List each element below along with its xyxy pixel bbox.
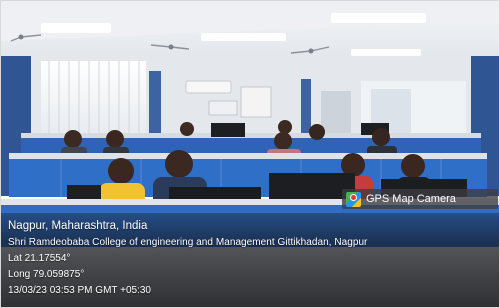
gps-map-camera-badge: GPS Map Camera [342, 189, 498, 209]
geotagged-photo: GPS Map Camera Nagpur, Maharashtra, Indi… [0, 0, 500, 308]
location-address: Shri Ramdeobaba College of engineering a… [8, 237, 368, 248]
map-pin-icon [346, 191, 361, 207]
capture-timestamp: 13/03/23 03:53 PM GMT +05:30 [8, 285, 151, 296]
gps-badge-label: GPS Map Camera [366, 193, 456, 205]
location-longitude: Long 79.059875° [8, 269, 85, 280]
location-city: Nagpur, Maharashtra, India [8, 220, 148, 232]
location-latitude: Lat 21.17554° [8, 253, 71, 264]
